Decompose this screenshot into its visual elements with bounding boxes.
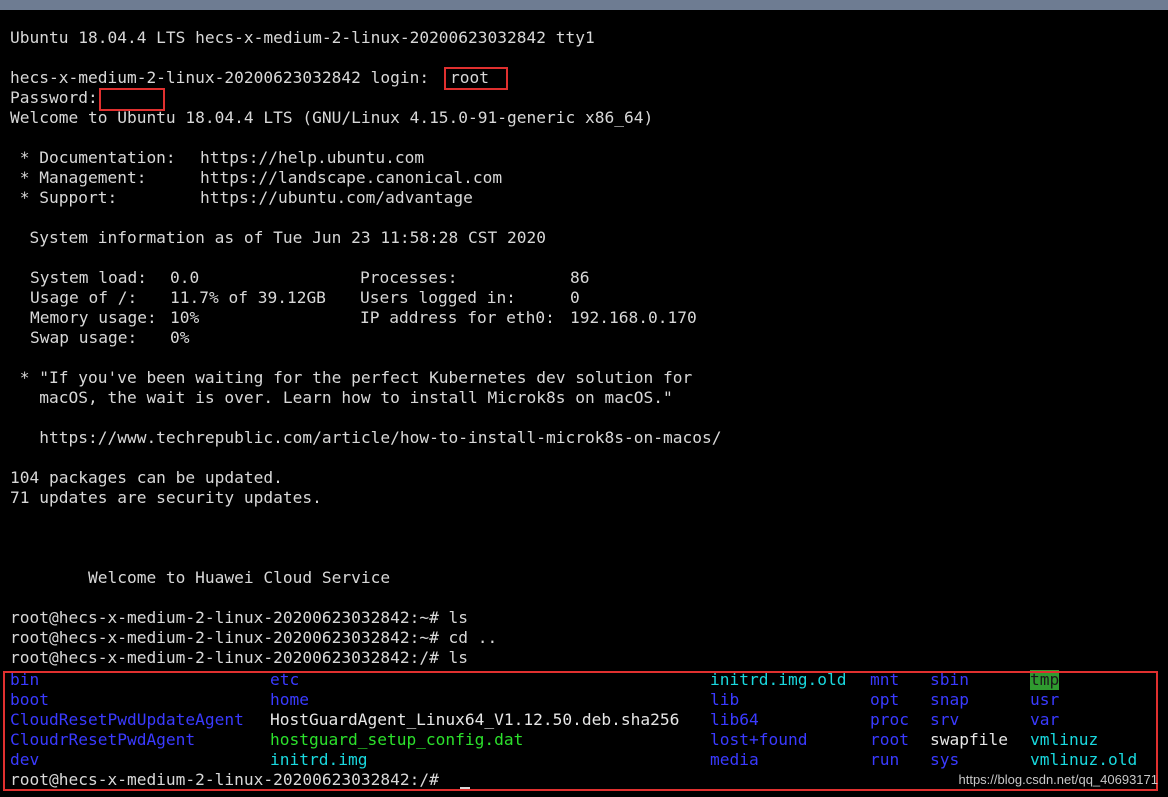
sysinfo-label: Users logged in:: [360, 288, 516, 307]
watermark: https://blog.csdn.net/qq_40693171: [958, 772, 1159, 787]
sysinfo-label: Processes:: [360, 268, 458, 287]
doc-label: * Documentation:: [10, 148, 176, 167]
os-banner: Ubuntu 18.04.4 LTS hecs-x-medium-2-linux…: [10, 28, 595, 47]
motd-line: * "If you've been waiting for the perfec…: [10, 368, 693, 387]
sysinfo-value: 0%: [170, 328, 190, 347]
command-line: root@hecs-x-medium-2-linux-2020062303284…: [10, 608, 469, 627]
welcome-line: Welcome to Ubuntu 18.04.4 LTS (GNU/Linux…: [10, 108, 654, 127]
support-label: * Support:: [10, 188, 118, 207]
window-top-bar: [0, 0, 1168, 10]
sysinfo-value: 10%: [170, 308, 200, 327]
updates-line: 104 packages can be updated.: [10, 468, 283, 487]
password-prompt: Password:: [10, 88, 98, 107]
sysinfo-label: Memory usage:: [30, 308, 157, 327]
cloud-welcome: Welcome to Huawei Cloud Service: [10, 568, 391, 587]
sysinfo-label: Swap usage:: [30, 328, 138, 347]
sysinfo-value: 192.168.0.170: [570, 308, 697, 327]
login-highlight-box: [444, 67, 508, 90]
sysinfo-header: System information as of Tue Jun 23 11:5…: [10, 228, 547, 247]
management-label: * Management:: [10, 168, 147, 187]
command-line: root@hecs-x-medium-2-linux-2020062303284…: [10, 648, 469, 667]
sysinfo-label: Usage of /:: [30, 288, 138, 307]
motd-link: https://www.techrepublic.com/article/how…: [10, 428, 722, 447]
command-line: root@hecs-x-medium-2-linux-2020062303284…: [10, 628, 498, 647]
sysinfo-value: 0: [570, 288, 580, 307]
sysinfo-value: 11.7% of 39.12GB: [170, 288, 326, 307]
sysinfo-value: 86: [570, 268, 590, 287]
motd-line: macOS, the wait is over. Learn how to in…: [10, 388, 673, 407]
management-url: https://landscape.canonical.com: [200, 168, 503, 187]
sysinfo-label: IP address for eth0:: [360, 308, 555, 327]
terminal-console[interactable]: Ubuntu 18.04.4 LTS hecs-x-medium-2-linux…: [0, 10, 1168, 797]
security-updates-line: 71 updates are security updates.: [10, 488, 322, 507]
doc-url: https://help.ubuntu.com: [200, 148, 425, 167]
sysinfo-value: 0.0: [170, 268, 200, 287]
login-prompt: hecs-x-medium-2-linux-20200623032842 log…: [10, 68, 430, 87]
sysinfo-label: System load:: [30, 268, 147, 287]
support-url: https://ubuntu.com/advantage: [200, 188, 473, 207]
